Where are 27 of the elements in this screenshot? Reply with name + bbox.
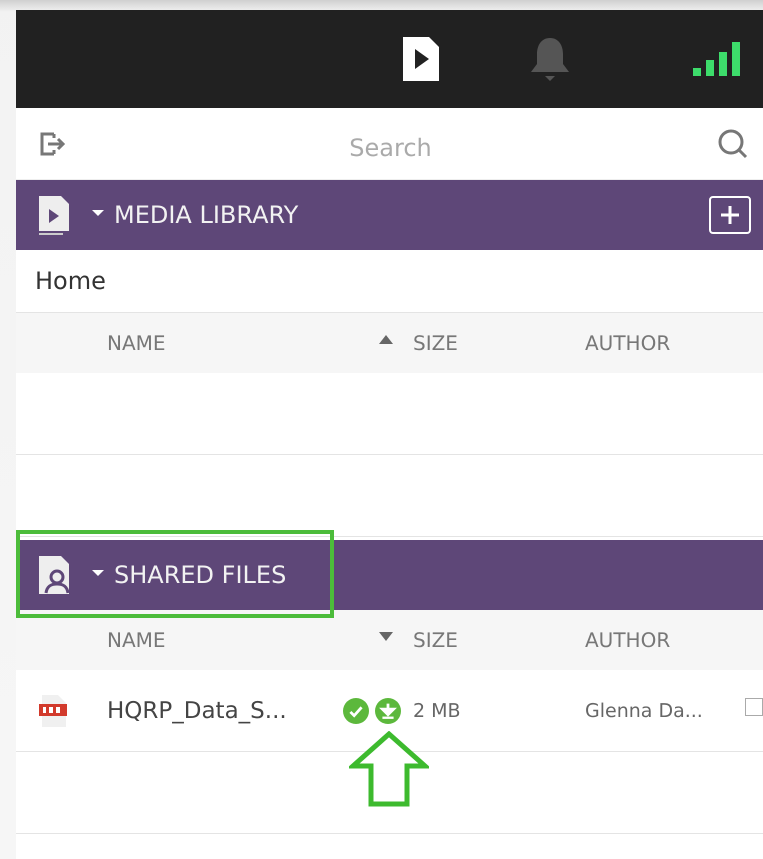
column-header[interactable]: AUTHOR xyxy=(585,628,737,652)
caret-icon[interactable] xyxy=(92,210,104,216)
section-title: SHARED FILES xyxy=(114,561,286,589)
sort-icon[interactable] xyxy=(379,632,393,640)
add-button[interactable] xyxy=(709,196,751,234)
play-document-icon[interactable] xyxy=(401,35,441,83)
file-name[interactable]: HQRP_Data_S... xyxy=(107,698,343,724)
column-header[interactable]: AUTHOR xyxy=(585,331,737,355)
column-header[interactable]: SIZE xyxy=(413,331,585,355)
plus-icon xyxy=(719,204,741,226)
breadcrumb[interactable]: Home xyxy=(35,267,106,295)
file-size: 2 MB xyxy=(413,700,462,722)
section-header[interactable]: MEDIA LIBRARY xyxy=(16,180,763,250)
file-author: Glenna Da... xyxy=(585,700,704,722)
logout-icon[interactable] xyxy=(38,130,66,158)
search-field[interactable]: Search xyxy=(78,132,703,162)
pdf-file-icon xyxy=(38,694,68,728)
caret-icon[interactable] xyxy=(92,570,104,576)
play-document-icon xyxy=(38,195,70,235)
sort-icon[interactable] xyxy=(379,334,393,344)
shared-user-document-icon xyxy=(38,555,70,595)
signal-icon xyxy=(693,42,741,76)
section-title: MEDIA LIBRARY xyxy=(114,201,298,229)
column-header[interactable]: SIZE xyxy=(413,628,585,652)
column-header[interactable]: NAME xyxy=(107,628,343,652)
row-checkbox[interactable] xyxy=(745,698,763,716)
column-header[interactable]: NAME xyxy=(107,331,343,355)
